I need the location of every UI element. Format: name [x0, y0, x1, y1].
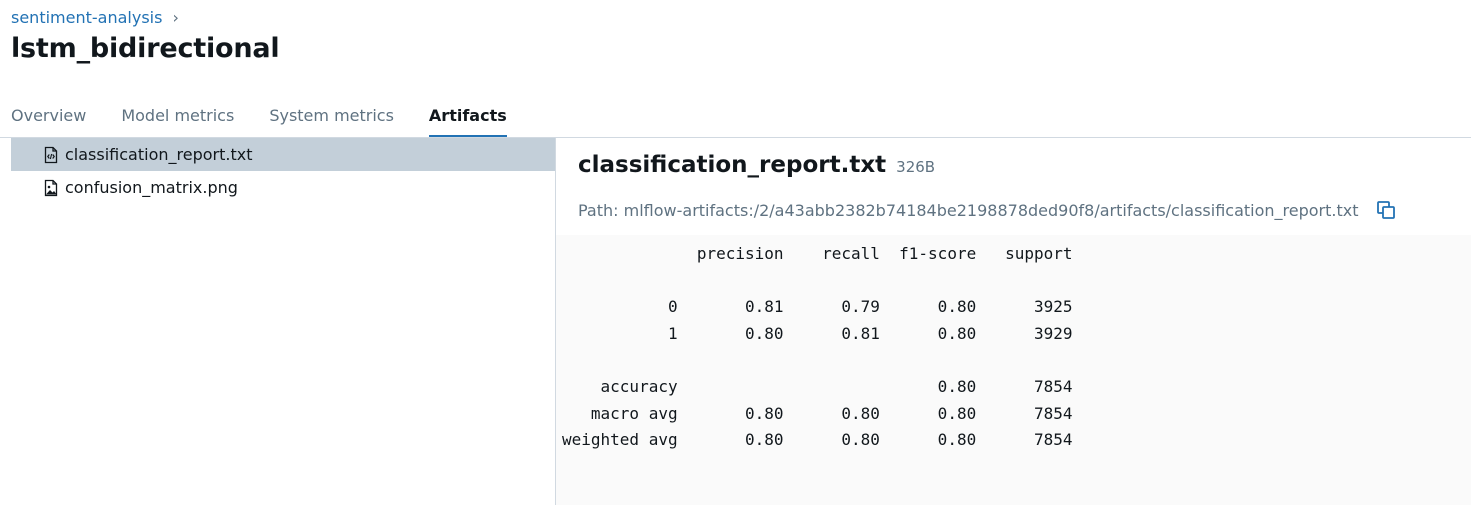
file-item-label: confusion_matrix.png [65, 178, 238, 197]
breadcrumb-experiment-link[interactable]: sentiment-analysis [11, 8, 162, 27]
copy-icon[interactable] [1376, 200, 1396, 220]
page-title: lstm_bidirectional [11, 33, 280, 64]
file-content-panel: precision recall f1-score support 0 0.81… [556, 235, 1471, 505]
viewer-header: classification_report.txt 326B [578, 152, 935, 178]
artifact-file-tree: classification_report.txt confusion_matr… [0, 138, 556, 505]
artifact-path-row: Path: mlflow-artifacts:/2/a43abb2382b741… [578, 200, 1396, 220]
code-file-icon [43, 146, 59, 164]
artifact-viewer: classification_report.txt 326B Path: mlf… [556, 138, 1471, 505]
tab-overview[interactable]: Overview [11, 104, 86, 134]
classification-report-text: precision recall f1-score support 0 0.81… [562, 244, 1073, 450]
tab-bar: Overview Model metrics System metrics Ar… [11, 104, 542, 138]
chevron-right-icon: › [172, 7, 179, 27]
viewer-file-size: 326B [896, 158, 936, 176]
tab-model-metrics[interactable]: Model metrics [121, 104, 234, 134]
file-item-confusion-matrix[interactable]: confusion_matrix.png [11, 171, 555, 204]
tab-system-metrics[interactable]: System metrics [269, 104, 394, 134]
artifact-path: Path: mlflow-artifacts:/2/a43abb2382b741… [578, 200, 1359, 220]
viewer-file-name: classification_report.txt [578, 152, 887, 178]
breadcrumb: sentiment-analysis › [11, 6, 179, 28]
file-item-classification-report[interactable]: classification_report.txt [11, 138, 555, 171]
tab-artifacts[interactable]: Artifacts [428, 104, 507, 138]
image-file-icon [43, 179, 59, 197]
file-item-label: classification_report.txt [65, 145, 253, 164]
